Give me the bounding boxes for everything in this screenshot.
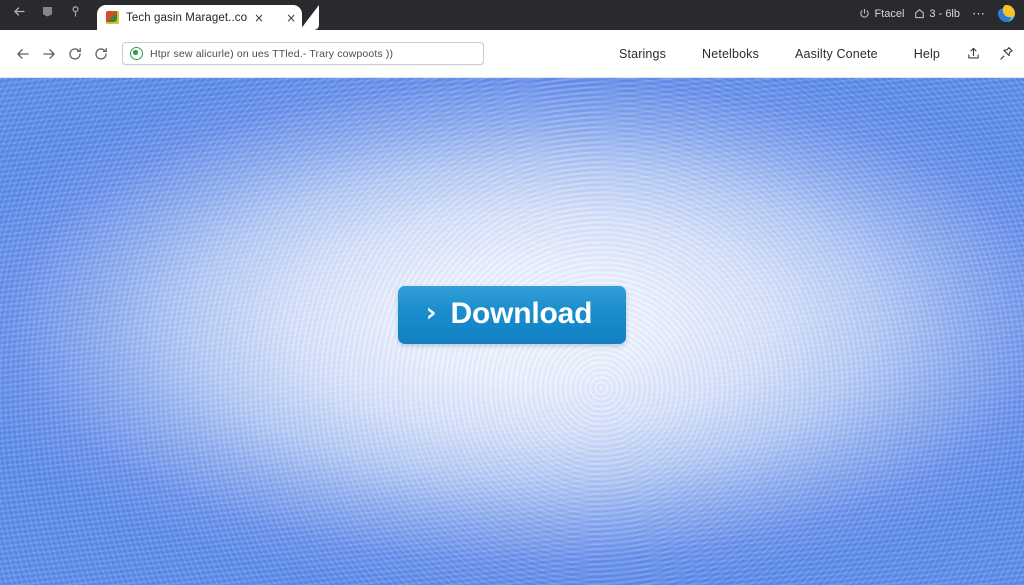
profile-avatar[interactable] bbox=[998, 5, 1015, 22]
address-bar[interactable]: Htpr sew alicurle) on ues TTled.- Trary … bbox=[122, 42, 484, 65]
site-favicon bbox=[106, 11, 119, 24]
site-navigation: Starings Netelboks Aasilty Conete Help bbox=[619, 47, 966, 61]
reload-alt-icon[interactable] bbox=[88, 41, 114, 67]
power-label: Ftacel bbox=[874, 7, 905, 20]
tab-title: Tech gasin Maraget..com bbox=[126, 11, 248, 24]
download-button[interactable]: › Download bbox=[397, 286, 627, 344]
browser-tab[interactable]: Tech gasin Maraget..com × × bbox=[97, 5, 320, 30]
tab-strip: Tech gasin Maraget..com × × Ftacel 3 - 6… bbox=[0, 0, 1024, 30]
browser-window: Tech gasin Maraget..com × × Ftacel 3 - 6… bbox=[0, 0, 1024, 585]
pin-icon[interactable] bbox=[999, 46, 1014, 61]
toolbar-action-icons bbox=[966, 46, 1014, 61]
reload-icon[interactable] bbox=[62, 41, 88, 67]
back-arrow-icon[interactable] bbox=[12, 4, 27, 19]
tab-strip-system-icons bbox=[0, 0, 95, 30]
square-shield-icon[interactable] bbox=[40, 4, 55, 19]
power-status[interactable]: Ftacel bbox=[859, 8, 904, 20]
address-bar-text: Htpr sew alicurle) on ues TTled.- Trary … bbox=[150, 47, 394, 60]
forward-arrow-icon[interactable] bbox=[36, 41, 62, 67]
close-icon[interactable]: × bbox=[254, 12, 264, 24]
secure-badge-icon bbox=[130, 47, 143, 60]
page-content: › Download bbox=[0, 78, 1024, 585]
power-icon bbox=[859, 8, 870, 19]
download-button-label: Download bbox=[450, 297, 593, 330]
home-label: 3 - 6lb bbox=[929, 7, 960, 20]
pin-key-icon[interactable] bbox=[68, 4, 83, 19]
tab-strip-status-area: Ftacel 3 - 6lb ⋯ bbox=[859, 5, 1024, 30]
share-upload-icon[interactable] bbox=[966, 46, 981, 61]
nav-item-starings[interactable]: Starings bbox=[619, 47, 666, 61]
nav-item-help[interactable]: Help bbox=[914, 47, 940, 61]
close-icon-secondary[interactable]: × bbox=[286, 12, 296, 24]
browser-toolbar: Htpr sew alicurle) on ues TTled.- Trary … bbox=[0, 30, 1024, 78]
nav-item-aasilty-conete[interactable]: Aasilty Conete bbox=[795, 47, 878, 61]
overflow-menu-icon[interactable]: ⋯ bbox=[970, 6, 988, 22]
chevron-right-icon: › bbox=[425, 298, 437, 328]
nav-item-netelboks[interactable]: Netelboks bbox=[702, 47, 759, 61]
home-icon bbox=[914, 8, 925, 19]
download-area: › Download bbox=[0, 286, 1024, 344]
home-status[interactable]: 3 - 6lb bbox=[914, 8, 960, 20]
back-arrow-icon[interactable] bbox=[10, 41, 36, 67]
